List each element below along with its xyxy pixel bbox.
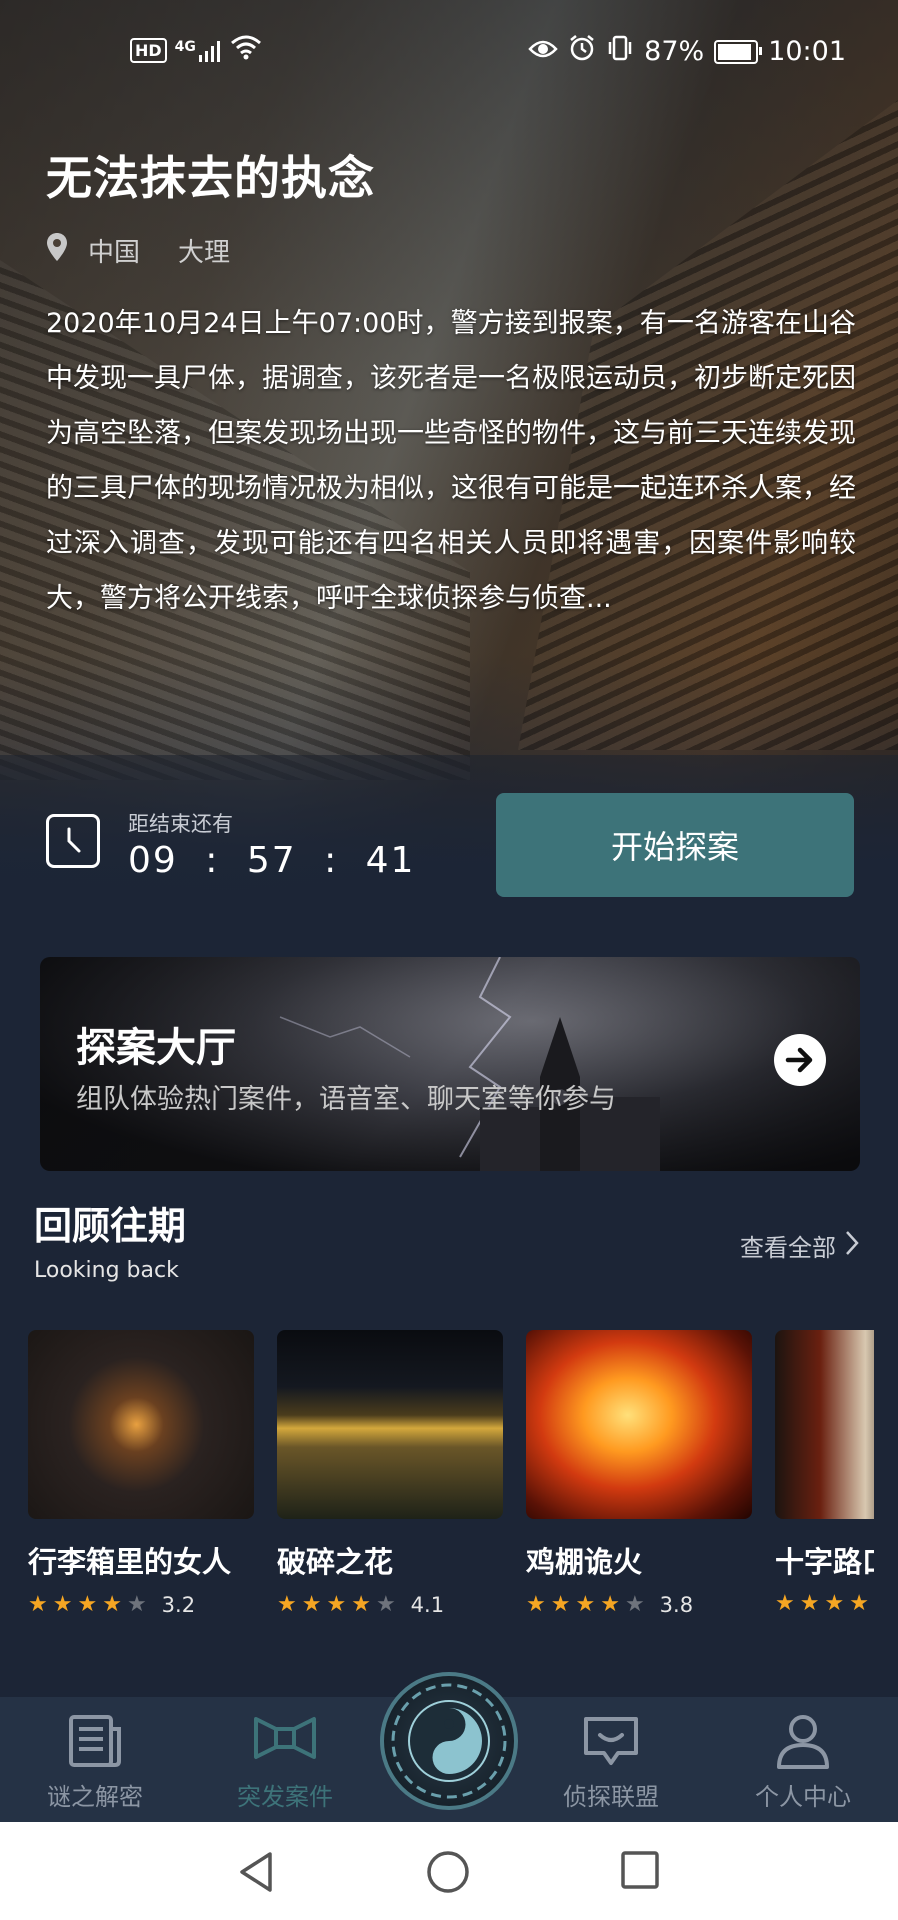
- case-thumbnail: [526, 1330, 752, 1519]
- case-thumbnail: [277, 1330, 503, 1519]
- nav-label: 谜之解密: [47, 1783, 143, 1811]
- star-icon: ★: [351, 1592, 371, 1617]
- section-subtitle: Looking back: [34, 1258, 179, 1283]
- section-title: 回顾往期: [34, 1204, 187, 1248]
- case-card[interactable]: 行李箱里的女人 ★ ★ ★ ★ ★ 3.2: [28, 1330, 254, 1617]
- star-icon: ★: [52, 1592, 73, 1617]
- investigation-hall-card[interactable]: 探案大厅 组队体验热门案件，语音室、聊天室等你参与: [40, 957, 860, 1171]
- recents-icon[interactable]: [620, 1850, 660, 1894]
- chat-bubble-icon: [580, 1713, 642, 1775]
- star-empty-icon: ★: [624, 1592, 645, 1617]
- star-icon: ★: [277, 1592, 297, 1617]
- taiji-emblem-icon[interactable]: [380, 1672, 518, 1810]
- location-pin-icon: [46, 232, 68, 269]
- location-city: 大理: [178, 238, 231, 268]
- newspaper-icon: [65, 1713, 125, 1775]
- star-icon: ★: [326, 1592, 347, 1617]
- case-thumbnail: [28, 1330, 254, 1519]
- nav-label: 侦探联盟: [563, 1783, 659, 1811]
- case-description: 2020年10月24日上午07:00时，警方接到报案，有一名游客在山谷中发现一具…: [46, 308, 856, 614]
- bowtie-icon: [252, 1713, 318, 1769]
- chevron-right-icon: [844, 1229, 860, 1263]
- star-icon: ★: [775, 1591, 795, 1616]
- arrow-right-icon[interactable]: [774, 1034, 826, 1086]
- star-icon: ★: [526, 1592, 546, 1617]
- case-card-title: 鸡棚诡火: [526, 1545, 643, 1579]
- star-icon: ★: [301, 1592, 322, 1617]
- case-title: 无法抹去的执念: [46, 151, 375, 205]
- case-rating: ★ ★ ★ ★ ★ 4.1: [277, 1593, 503, 1617]
- status-time: 10:01: [768, 36, 846, 67]
- status-bar: HD 4G 87% 10:01: [0, 0, 898, 100]
- rating-value: 4.1: [410, 1593, 445, 1617]
- case-card-title: 行李箱里的女人: [28, 1545, 232, 1579]
- alarm-icon: [568, 34, 596, 69]
- star-empty-icon: ★: [126, 1592, 147, 1617]
- case-rating: ★ ★ ★ ★ ★ 3.8: [526, 1593, 752, 1617]
- rating-value: 3.2: [161, 1593, 196, 1617]
- case-card-title: 破碎之花: [277, 1545, 394, 1579]
- hall-title: 探案大厅: [76, 1025, 236, 1071]
- rating-value: 3.8: [659, 1593, 694, 1617]
- vibrate-icon: [606, 34, 634, 69]
- location-country: 中国: [88, 238, 141, 268]
- network-type-label: 4G: [174, 38, 196, 55]
- wifi-icon: [230, 34, 262, 67]
- countdown-timer: 09 : 57 : 41: [128, 840, 416, 881]
- case-rating: ★ ★ ★ ★ ★ 3.2: [28, 1593, 254, 1617]
- star-icon: ★: [550, 1592, 571, 1617]
- start-investigation-button[interactable]: 开始探案: [496, 793, 854, 897]
- star-icon: ★: [28, 1592, 48, 1617]
- home-icon[interactable]: [426, 1850, 470, 1898]
- battery-percent: 87%: [644, 36, 705, 67]
- back-icon[interactable]: [236, 1850, 276, 1898]
- case-card-title: 十字路口: [775, 1545, 874, 1579]
- star-empty-icon: ★: [375, 1592, 396, 1617]
- case-card[interactable]: 鸡棚诡火 ★ ★ ★ ★ ★ 3.8: [526, 1330, 752, 1617]
- battery-icon: [714, 39, 763, 64]
- 4g-signal-icon: 4G: [175, 39, 222, 63]
- case-card[interactable]: 破碎之花 ★ ★ ★ ★ ★ 4.1: [277, 1330, 503, 1617]
- star-icon: ★: [824, 1591, 845, 1616]
- star-icon: ★: [77, 1592, 98, 1617]
- star-icon: ★: [799, 1591, 820, 1616]
- hall-subtitle: 组队体验热门案件，语音室、聊天室等你参与: [76, 1084, 616, 1115]
- nav-item-cases[interactable]: 突发案件: [210, 1697, 360, 1822]
- clock-icon: [46, 814, 100, 868]
- nav-item-alliance[interactable]: 侦探联盟: [536, 1697, 686, 1822]
- star-icon: ★: [102, 1592, 122, 1617]
- view-all-label: 查看全部: [740, 1234, 836, 1262]
- hd-badge: HD: [130, 38, 167, 63]
- eye-icon: [528, 36, 558, 67]
- star-icon: ★: [849, 1591, 869, 1616]
- nav-label: 突发案件: [237, 1783, 333, 1811]
- star-icon: ★: [600, 1592, 620, 1617]
- case-rating: ★ ★ ★ ★: [775, 1593, 874, 1615]
- nav-item-puzzle[interactable]: 谜之解密: [20, 1697, 170, 1822]
- nav-label: 个人中心: [755, 1783, 851, 1811]
- view-all-link[interactable]: 查看全部: [740, 1228, 860, 1263]
- person-icon: [775, 1713, 831, 1777]
- timer-label: 距结束还有: [128, 812, 233, 836]
- case-card-list: 行李箱里的女人 ★ ★ ★ ★ ★ 3.2 破碎之花 ★ ★ ★ ★ ★ 4.1 鸡棚诡火 ★ ★…: [28, 1330, 874, 1630]
- case-thumbnail: [775, 1330, 874, 1519]
- nav-item-profile[interactable]: 个人中心: [728, 1697, 878, 1822]
- case-location: 中国 大理: [46, 232, 230, 269]
- case-card[interactable]: 十字路口 ★★★★: [775, 1330, 874, 1615]
- system-navigation-bar: [0, 1822, 898, 1920]
- star-icon: ★: [575, 1592, 596, 1617]
